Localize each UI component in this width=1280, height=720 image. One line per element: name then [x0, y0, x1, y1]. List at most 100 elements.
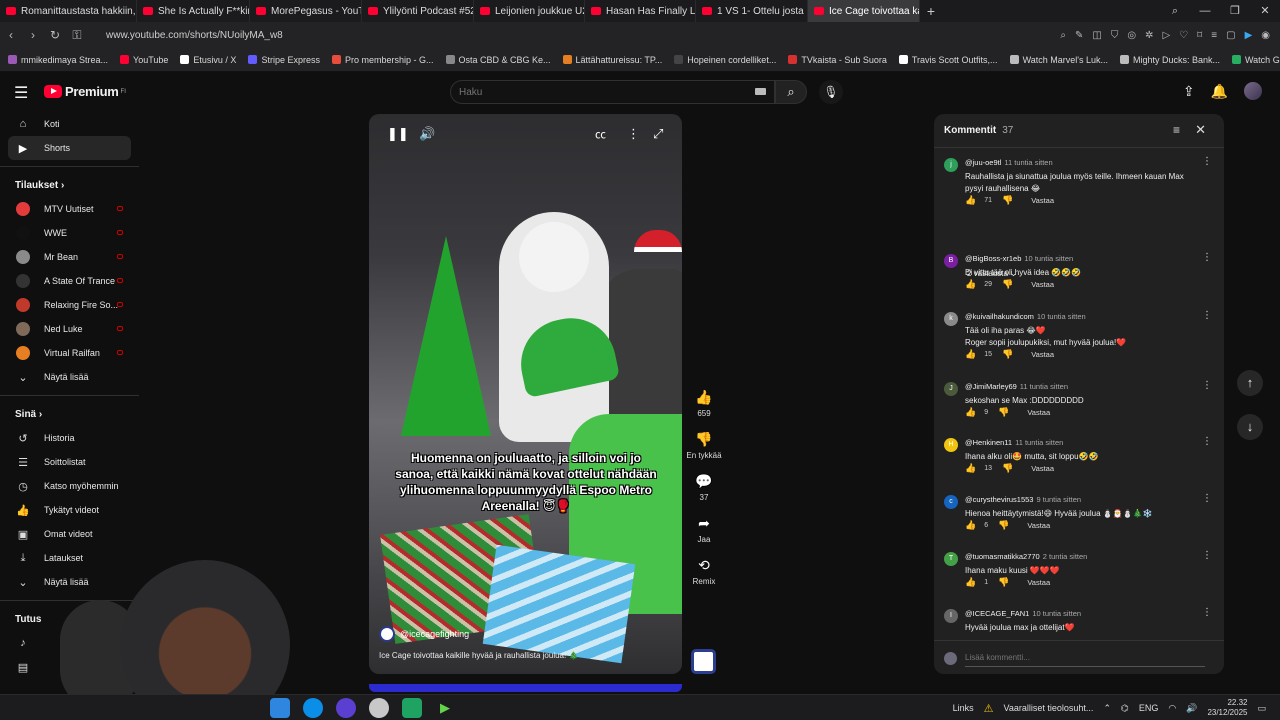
sidebar-item-shorts[interactable]: ▶ Shorts: [8, 136, 131, 160]
avatar[interactable]: k: [944, 312, 958, 326]
more-options-icon[interactable]: ⋮: [1202, 380, 1212, 391]
subscription-item[interactable]: WWE: [0, 221, 145, 245]
more-options-icon[interactable]: ⋮: [627, 126, 640, 148]
weather-warning[interactable]: Vaaralliset tieolosuht...: [1004, 703, 1094, 713]
avatar[interactable]: j: [944, 158, 958, 172]
upload-icon[interactable]: ⇪: [1183, 83, 1195, 100]
lock-icon[interactable]: ⚿: [66, 28, 88, 43]
subscription-item[interactable]: A State Of Trance: [0, 269, 145, 293]
next-short-button[interactable]: ↓: [1237, 414, 1263, 440]
like-icon[interactable]: 👍: [965, 463, 976, 474]
captions-icon[interactable]: ㏄: [595, 126, 606, 148]
reply-button[interactable]: Vastaa: [1031, 196, 1054, 205]
like-icon[interactable]: 👍: [965, 279, 976, 290]
channel-thumbnail[interactable]: [691, 649, 716, 674]
subscriptions-heading[interactable]: Tilaukset ›: [0, 173, 145, 197]
aria-icon[interactable]: ▶: [1245, 30, 1253, 41]
like-icon[interactable]: 👍: [965, 349, 976, 360]
avatar[interactable]: c: [944, 495, 958, 509]
maximize-icon[interactable]: ❐: [1220, 0, 1250, 22]
screenshot-icon[interactable]: ◫: [1092, 30, 1101, 41]
browser-tab[interactable]: MorePegasus - YouTube: [250, 0, 362, 22]
video-progress-bar[interactable]: [369, 684, 682, 692]
reply-button[interactable]: Vastaa: [1031, 280, 1054, 289]
links-toolbar[interactable]: Links: [953, 703, 974, 713]
search-tabs-icon[interactable]: ⌕: [1160, 0, 1190, 22]
bookmark-item[interactable]: Etusivu / X: [180, 55, 236, 65]
language-indicator[interactable]: ENG: [1139, 703, 1159, 713]
dislike-icon[interactable]: 👎: [1002, 349, 1013, 360]
show-more-subscriptions[interactable]: ⌄ Näytä lisää: [0, 365, 145, 389]
search-button[interactable]: ⌕: [775, 80, 807, 104]
bookmark-item[interactable]: Pro membership - G...: [331, 55, 434, 65]
reload-icon[interactable]: ↻: [44, 28, 66, 42]
wallet-icon[interactable]: ▢: [1226, 30, 1235, 41]
bookmark-item[interactable]: Watch Global & Loc...: [1232, 55, 1280, 65]
you-heading[interactable]: Sinä ›: [0, 402, 145, 426]
reply-button[interactable]: Vastaa: [1031, 464, 1054, 473]
sidebar-item-playlists[interactable]: ☰ Soittolistat: [0, 450, 145, 474]
comment-input[interactable]: [965, 649, 1205, 667]
url-field[interactable]: www.youtube.com/shorts/NUoilyMA_w8: [106, 30, 283, 41]
bookmark-item[interactable]: YouTube: [120, 55, 168, 65]
comments-button[interactable]: 💬 37: [684, 470, 724, 502]
shield-icon[interactable]: ⛉: [1111, 30, 1119, 41]
remix-button[interactable]: ⟲ Remix: [684, 554, 724, 586]
like-icon[interactable]: 👍: [965, 577, 976, 588]
close-icon[interactable]: ✕: [1195, 122, 1206, 138]
dislike-icon[interactable]: 👎: [998, 520, 1009, 531]
dislike-icon[interactable]: 👎: [1002, 195, 1013, 206]
share-button[interactable]: ➦ Jaa: [684, 512, 724, 544]
like-icon[interactable]: 👍: [965, 407, 976, 418]
subscription-item[interactable]: MTV Uutiset: [0, 197, 145, 221]
browser-tab[interactable]: Hasan Has Finally Lost His: [585, 0, 696, 22]
minimize-icon[interactable]: —: [1190, 0, 1220, 22]
subscription-item[interactable]: Virtual Railfan: [0, 341, 145, 365]
comment-author[interactable]: @kuivailhakundicom 10 tuntia sitten: [965, 312, 1086, 321]
dislike-icon[interactable]: 👎: [998, 407, 1009, 418]
notifications-icon[interactable]: 🔔: [1211, 83, 1228, 100]
bookmark-icon[interactable]: ⌑: [1197, 30, 1202, 41]
comment-author[interactable]: @Henkinen11 11 tuntia sitten: [965, 438, 1063, 447]
channel-link[interactable]: @icecagefighting: [379, 626, 469, 642]
subscription-item[interactable]: Relaxing Fire So...: [0, 293, 145, 317]
comment-author[interactable]: @curysthevirus1553 9 tuntia sitten: [965, 495, 1081, 504]
reply-button[interactable]: Vastaa: [1027, 578, 1050, 587]
extension-icon[interactable]: ✲: [1145, 30, 1153, 41]
bookmark-item[interactable]: mmikedimaya Strea...: [8, 55, 108, 65]
like-button[interactable]: 👍 659: [684, 386, 724, 418]
edge-icon[interactable]: [303, 698, 323, 718]
bookmark-item[interactable]: Watch Marvel's Luk...: [1009, 55, 1108, 65]
back-icon[interactable]: ‹: [0, 28, 22, 42]
bookmark-item[interactable]: TVkaista - Sub Suora: [788, 55, 887, 65]
avatar[interactable]: [1244, 82, 1262, 100]
more-options-icon[interactable]: ⋮: [1202, 607, 1212, 618]
bookmark-item[interactable]: Osta CBD & CBG Ke...: [445, 55, 551, 65]
dislike-icon[interactable]: 👎: [1002, 463, 1013, 474]
avatar[interactable]: J: [944, 382, 958, 396]
browser-tab[interactable]: Romanittaustasta hakkiin,: [0, 0, 137, 22]
search-input[interactable]: [451, 81, 731, 103]
sidebar-item-liked-videos[interactable]: 👍 Tykätyt videot: [0, 498, 145, 522]
avatar[interactable]: H: [944, 438, 958, 452]
dislike-icon[interactable]: 👎: [998, 577, 1009, 588]
forward-icon[interactable]: ›: [22, 28, 44, 42]
clock[interactable]: 22.32 23/12/2025: [1207, 698, 1247, 718]
dislike-icon[interactable]: 👎: [1002, 279, 1013, 290]
copilot-icon[interactable]: [270, 698, 290, 718]
bookmark-item[interactable]: Travis Scott Outfits,...: [898, 55, 998, 65]
play-icon[interactable]: ▷: [1162, 30, 1170, 41]
previous-short-button[interactable]: ↑: [1237, 370, 1263, 396]
subscription-item[interactable]: Ned Luke: [0, 317, 145, 341]
more-options-icon[interactable]: ⋮: [1202, 493, 1212, 504]
bookmark-item[interactable]: Mighty Ducks: Bank...: [1119, 55, 1220, 65]
sidebar-item-your-videos[interactable]: ▣ Omat videot: [0, 522, 145, 546]
avatar[interactable]: I: [944, 609, 958, 623]
more-options-icon[interactable]: ⋮: [1202, 550, 1212, 561]
vpn-icon[interactable]: ◎: [1127, 30, 1136, 41]
more-options-icon[interactable]: ⋮: [1202, 436, 1212, 447]
reply-button[interactable]: Vastaa: [1027, 408, 1050, 417]
wifi-icon[interactable]: ◠: [1168, 703, 1176, 714]
voice-search-button[interactable]: 🎙: [819, 80, 843, 104]
comment-author[interactable]: @juu-oe9tl 11 tuntia sitten: [965, 158, 1053, 167]
